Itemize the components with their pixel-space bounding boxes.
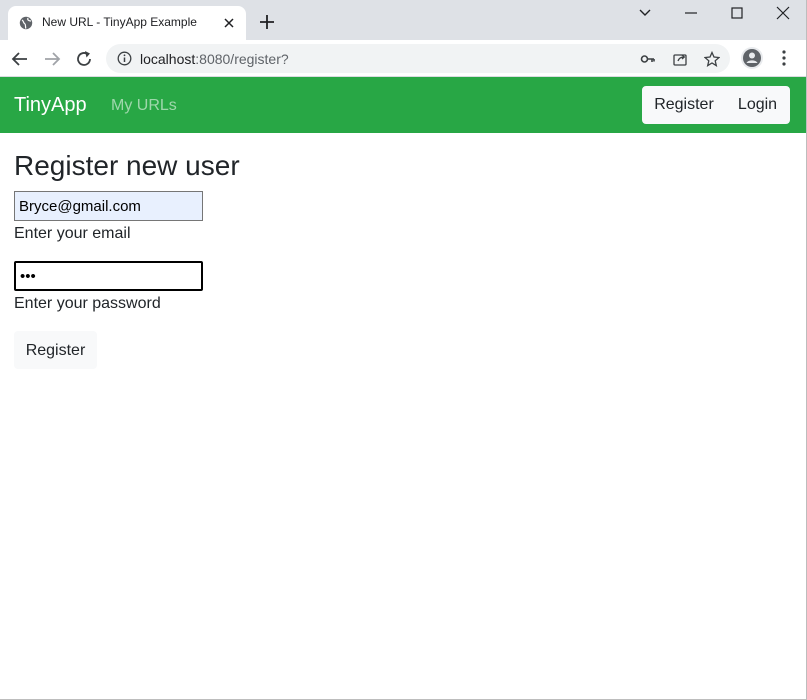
password-field[interactable] [14,261,203,291]
register-submit-button[interactable]: Register [14,331,97,369]
url-path: :8080/register? [195,51,289,67]
browser-tab[interactable]: New URL - TinyApp Example [8,6,246,40]
close-window-icon[interactable] [774,4,792,22]
maximize-icon[interactable] [728,4,746,22]
star-icon[interactable] [704,51,720,67]
email-hint: Enter your email [14,225,131,242]
app-navbar: TinyApp My URLs Register Login [0,77,806,133]
tab-title: New URL - TinyApp Example [42,15,197,29]
email-field[interactable] [14,191,203,221]
reload-icon[interactable] [74,49,94,69]
nav-link-my-urls[interactable]: My URLs [111,97,177,115]
navbar-login-button[interactable]: Login [725,86,790,124]
site-info-icon[interactable] [117,51,132,66]
menu-icon[interactable] [776,48,792,68]
forward-arrow-icon[interactable] [42,49,62,69]
browser-toolbar: localhost:8080/register? [0,40,807,77]
address-url: localhost:8080/register? [140,51,289,67]
url-host: localhost [140,51,196,67]
back-arrow-icon[interactable] [10,49,30,69]
page-title: Register new user [14,150,240,181]
brand-link[interactable]: TinyApp [14,94,87,117]
tab-strip: New URL - TinyApp Example [0,0,807,40]
password-hint: Enter your password [14,295,161,312]
minimize-icon[interactable] [682,4,700,22]
address-bar[interactable]: localhost:8080/register? [106,44,730,73]
tab-search-icon[interactable] [636,4,654,22]
key-icon[interactable] [640,51,656,67]
globe-icon [19,16,33,30]
share-icon[interactable] [672,51,688,67]
new-tab-icon[interactable] [258,13,276,31]
close-tab-icon[interactable] [222,16,236,30]
profile-icon[interactable] [741,47,763,69]
navbar-register-button[interactable]: Register [642,86,726,124]
